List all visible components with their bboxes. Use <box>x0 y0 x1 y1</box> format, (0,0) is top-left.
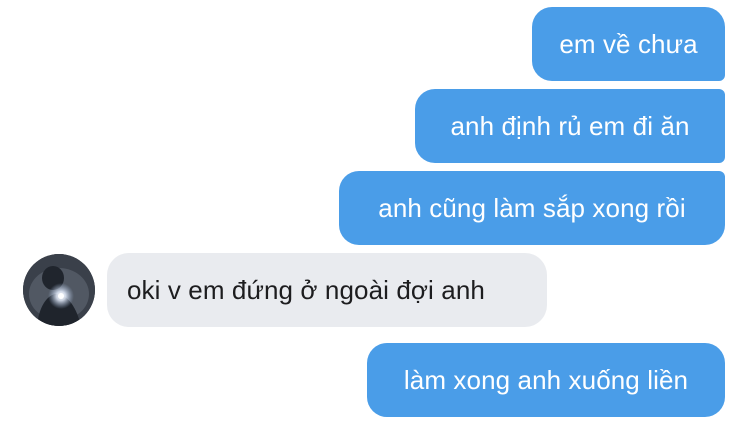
message-text: anh định rủ em đi ăn <box>450 111 690 141</box>
chat-thread: em về chưa anh định rủ em đi ăn anh cũng… <box>0 0 750 440</box>
message-text: làm xong anh xuống liền <box>403 365 689 395</box>
message-text: anh cũng làm sắp xong rồi <box>378 193 686 223</box>
contact-avatar[interactable] <box>23 254 95 326</box>
outgoing-message[interactable]: anh định rủ em đi ăn <box>415 89 725 163</box>
avatar-photo-icon <box>23 254 95 326</box>
outgoing-message[interactable]: làm xong anh xuống liền <box>367 343 725 417</box>
outgoing-message[interactable]: anh cũng làm sắp xong rồi <box>339 171 725 245</box>
outgoing-message[interactable]: em về chưa <box>532 7 725 81</box>
incoming-message[interactable]: oki v em đứng ở ngoài đợi anh <box>107 253 547 327</box>
message-text: oki v em đứng ở ngoài đợi anh <box>127 275 485 305</box>
message-text: em về chưa <box>559 29 698 59</box>
